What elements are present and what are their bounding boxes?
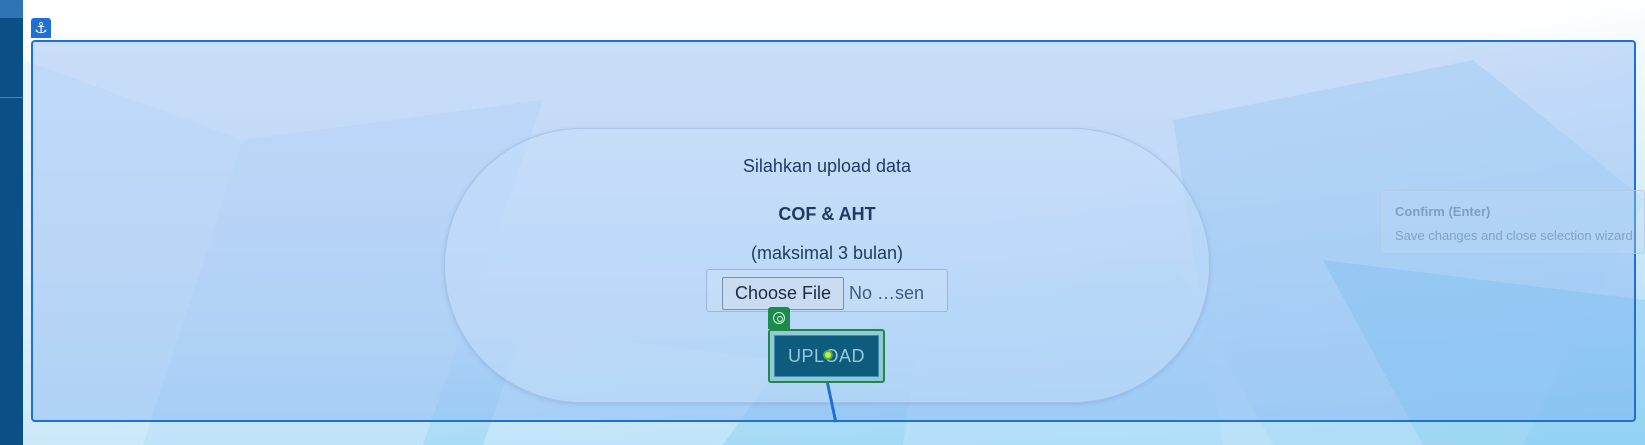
anchor-icon[interactable]: ⚓ [31,18,51,38]
file-status-text: No …sen [849,283,925,303]
upload-instruction: Silahkan upload data [742,156,912,176]
tooltip-title: Confirm (Enter) [1395,204,1491,219]
target-icon[interactable] [768,307,790,329]
confirm-tooltip: Confirm (Enter) Save changes and close s… [1380,190,1645,254]
sidebar-divider [0,97,23,98]
choose-file-button[interactable]: Choose File [722,277,844,310]
click-marker-icon [823,350,833,360]
tooltip-description: Save changes and close selection wizard. [1395,228,1637,243]
file-input[interactable]: Choose File No …sen [706,269,948,312]
sidebar-top-strip [0,0,23,18]
